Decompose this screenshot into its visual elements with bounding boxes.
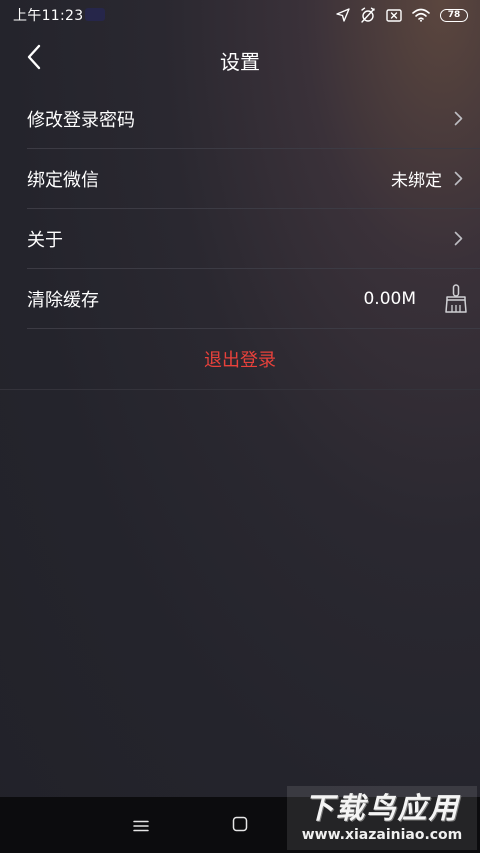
bind-wechat-status: 未绑定: [391, 171, 442, 191]
status-bar: 上午11:23 78: [0, 0, 480, 30]
header: 设置: [0, 30, 480, 88]
clear-cache-label: 清除缓存: [27, 289, 99, 311]
logout-label: 退出登录: [204, 350, 276, 371]
settings-screen: 上午11:23 78 设置 修改登录密码 绑定微信 未绑定 关于 清除缓存 0.…: [0, 0, 480, 853]
watermark-title: 下载鸟应用: [304, 791, 460, 825]
menu-icon: [133, 817, 149, 836]
battery-icon: 78: [440, 8, 468, 22]
square-home-icon: [232, 816, 248, 836]
bind-wechat-label: 绑定微信: [27, 169, 99, 191]
nav-menu-button[interactable]: [128, 813, 154, 839]
location-icon: [336, 8, 350, 22]
sim-blocked-icon: [386, 8, 402, 22]
settings-list: 修改登录密码 绑定微信 未绑定 关于 清除缓存 0.00M: [27, 89, 480, 329]
change-password-label: 修改登录密码: [27, 109, 135, 131]
bind-wechat-row[interactable]: 绑定微信 未绑定: [27, 149, 480, 209]
about-label: 关于: [27, 229, 63, 251]
chevron-right-icon: [454, 111, 463, 126]
wifi-icon: [412, 8, 430, 22]
battery-level: 78: [447, 9, 461, 20]
chevron-right-icon: [454, 171, 463, 186]
status-time: 上午11:23: [13, 8, 84, 24]
chevron-right-icon: [454, 231, 463, 246]
cache-size-value: 0.00M: [363, 288, 416, 309]
about-row[interactable]: 关于: [27, 209, 480, 269]
page-title: 设置: [220, 50, 260, 74]
broom-icon[interactable]: [444, 283, 468, 314]
status-indicators: 78: [336, 6, 468, 24]
watermark-url: www.xiazainiao.com: [301, 827, 463, 843]
change-password-row[interactable]: 修改登录密码: [27, 89, 480, 149]
logout-button[interactable]: 退出登录: [0, 329, 480, 390]
app-notification-icon: [85, 8, 105, 21]
nav-home-button[interactable]: [227, 813, 253, 839]
alarm-off-icon: [360, 7, 376, 23]
clear-cache-row[interactable]: 清除缓存 0.00M: [27, 269, 480, 329]
watermark: 下载鸟应用 www.xiazainiao.com: [287, 786, 477, 850]
